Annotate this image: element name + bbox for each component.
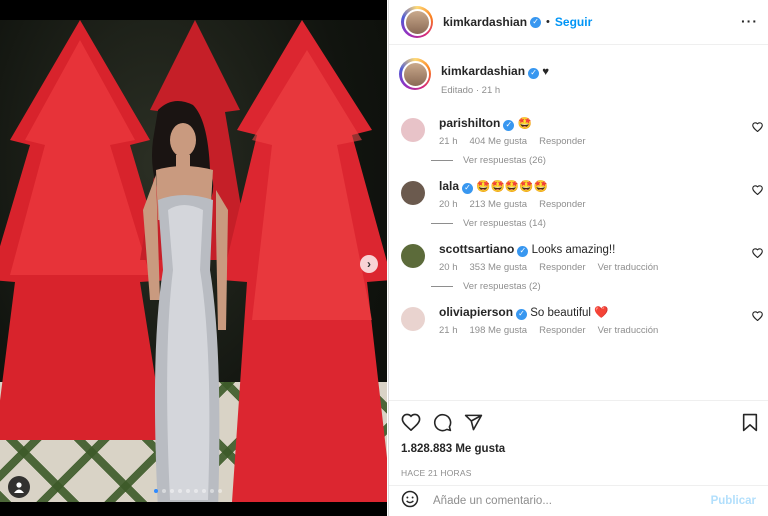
comment-time: 21 h: [439, 325, 458, 336]
comment-time: 21 h: [439, 136, 458, 147]
like-comment-heart-icon[interactable]: [752, 185, 764, 197]
post-header: kimkardashian ✓ • Seguir ···: [389, 0, 768, 45]
verified-badge-icon: ✓: [517, 245, 529, 257]
reply-button[interactable]: Responder: [539, 325, 585, 336]
caption-meta: Editado · 21 h: [441, 85, 501, 96]
comment-likes[interactable]: 353 Me gusta: [470, 262, 528, 273]
tagged-users-button[interactable]: [8, 476, 30, 498]
comment-item: oliviapierson ✓ So beautiful ❤️ 21 h 198 …: [389, 299, 768, 336]
carousel-dot: [170, 489, 174, 493]
post-actions: 1.828.883 Me gusta HACE 21 HORAS Añade u…: [389, 400, 768, 515]
comment-text: 🤩🤩🤩🤩🤩: [476, 181, 548, 193]
separator-dot: •: [546, 16, 550, 28]
post-caption: kimkardashian ✓ ♥ Editado · 21 h: [389, 46, 768, 110]
publish-button[interactable]: Publicar: [711, 495, 756, 507]
view-replies-button[interactable]: Ver respuestas (2): [431, 273, 768, 299]
photo-image: ›: [0, 20, 387, 502]
add-comment-bar: Añade un comentario... Publicar: [389, 485, 768, 515]
like-comment-heart-icon[interactable]: [752, 248, 764, 260]
view-replies-button[interactable]: Ver respuestas (26): [431, 147, 768, 173]
user-icon: [14, 482, 24, 493]
comment-text: 🤩: [517, 118, 532, 130]
author-username[interactable]: kimkardashian: [443, 15, 527, 29]
reply-button[interactable]: Responder: [539, 199, 585, 210]
carousel-dot: [218, 489, 222, 493]
more-options-icon[interactable]: ···: [741, 13, 758, 29]
comment-time: 20 h: [439, 199, 458, 210]
author-avatar[interactable]: [401, 6, 433, 38]
posted-time: HACE 21 HORAS: [401, 468, 472, 478]
bookmark-icon[interactable]: [742, 413, 758, 435]
commenter-avatar[interactable]: [401, 118, 425, 142]
comment-icon[interactable]: [433, 413, 452, 432]
commenter-avatar[interactable]: [401, 244, 425, 268]
commenter-username[interactable]: lala: [439, 179, 459, 193]
comment-item: scottsartiano ✓ Looks amazing!! 20 h 353 …: [389, 236, 768, 299]
commenter-username[interactable]: parishilton: [439, 116, 500, 130]
like-comment-heart-icon[interactable]: [752, 311, 764, 323]
verified-badge-icon: ✓: [530, 16, 542, 28]
view-replies-button[interactable]: Ver respuestas (14): [431, 210, 768, 236]
reply-button[interactable]: Responder: [539, 262, 585, 273]
verified-badge-icon: ✓: [503, 119, 515, 131]
comment-text: So beautiful ❤️: [530, 307, 609, 319]
commenter-username[interactable]: scottsartiano: [439, 242, 514, 256]
commenter-avatar[interactable]: [401, 181, 425, 205]
carousel-dot: [194, 489, 198, 493]
carousel-dot: [178, 489, 182, 493]
caption-avatar[interactable]: [399, 58, 431, 90]
carousel-dot: [154, 489, 158, 493]
next-photo-button[interactable]: ›: [360, 255, 378, 273]
caption-username[interactable]: kimkardashian: [441, 64, 525, 78]
verified-badge-icon: ✓: [462, 182, 474, 194]
share-icon[interactable]: [464, 413, 483, 432]
verified-badge-icon: ✓: [528, 67, 540, 79]
emoji-icon[interactable]: [401, 490, 419, 511]
carousel-dot: [210, 489, 214, 493]
comments-list[interactable]: kimkardashian ✓ ♥ Editado · 21 h parishil…: [389, 46, 768, 400]
carousel-dot: [202, 489, 206, 493]
carousel-indicator: [154, 489, 222, 493]
comment-text: Looks amazing!!: [531, 244, 616, 256]
like-comment-heart-icon[interactable]: [752, 122, 764, 134]
commenter-username[interactable]: oliviapierson: [439, 305, 513, 319]
comment-item: lala ✓ 🤩🤩🤩🤩🤩 20 h 213 Me gusta Responder …: [389, 173, 768, 236]
comment-item: parishilton ✓ 🤩 21 h 404 Me gusta Respond…: [389, 110, 768, 173]
caption-text: ♥: [542, 66, 550, 78]
follow-button[interactable]: Seguir: [555, 15, 592, 29]
carousel-dot: [162, 489, 166, 493]
comment-likes[interactable]: 198 Me gusta: [470, 325, 528, 336]
reply-button[interactable]: Responder: [539, 136, 585, 147]
woman-figure: [128, 100, 248, 502]
comment-time: 20 h: [439, 262, 458, 273]
heart-icon[interactable]: [401, 413, 421, 431]
likes-count[interactable]: 1.828.883 Me gusta: [389, 443, 768, 457]
verified-badge-icon: ✓: [516, 308, 528, 320]
translate-button[interactable]: Ver traducción: [598, 325, 659, 336]
comment-input[interactable]: Añade un comentario...: [433, 495, 711, 507]
comment-likes[interactable]: 213 Me gusta: [470, 199, 528, 210]
post-side-panel: kimkardashian ✓ • Seguir ··· kimkardashi…: [388, 0, 768, 516]
post-photo[interactable]: ›: [0, 0, 387, 516]
translate-button[interactable]: Ver traducción: [598, 262, 659, 273]
commenter-avatar[interactable]: [401, 307, 425, 331]
carousel-dot: [186, 489, 190, 493]
comment-likes[interactable]: 404 Me gusta: [470, 136, 528, 147]
